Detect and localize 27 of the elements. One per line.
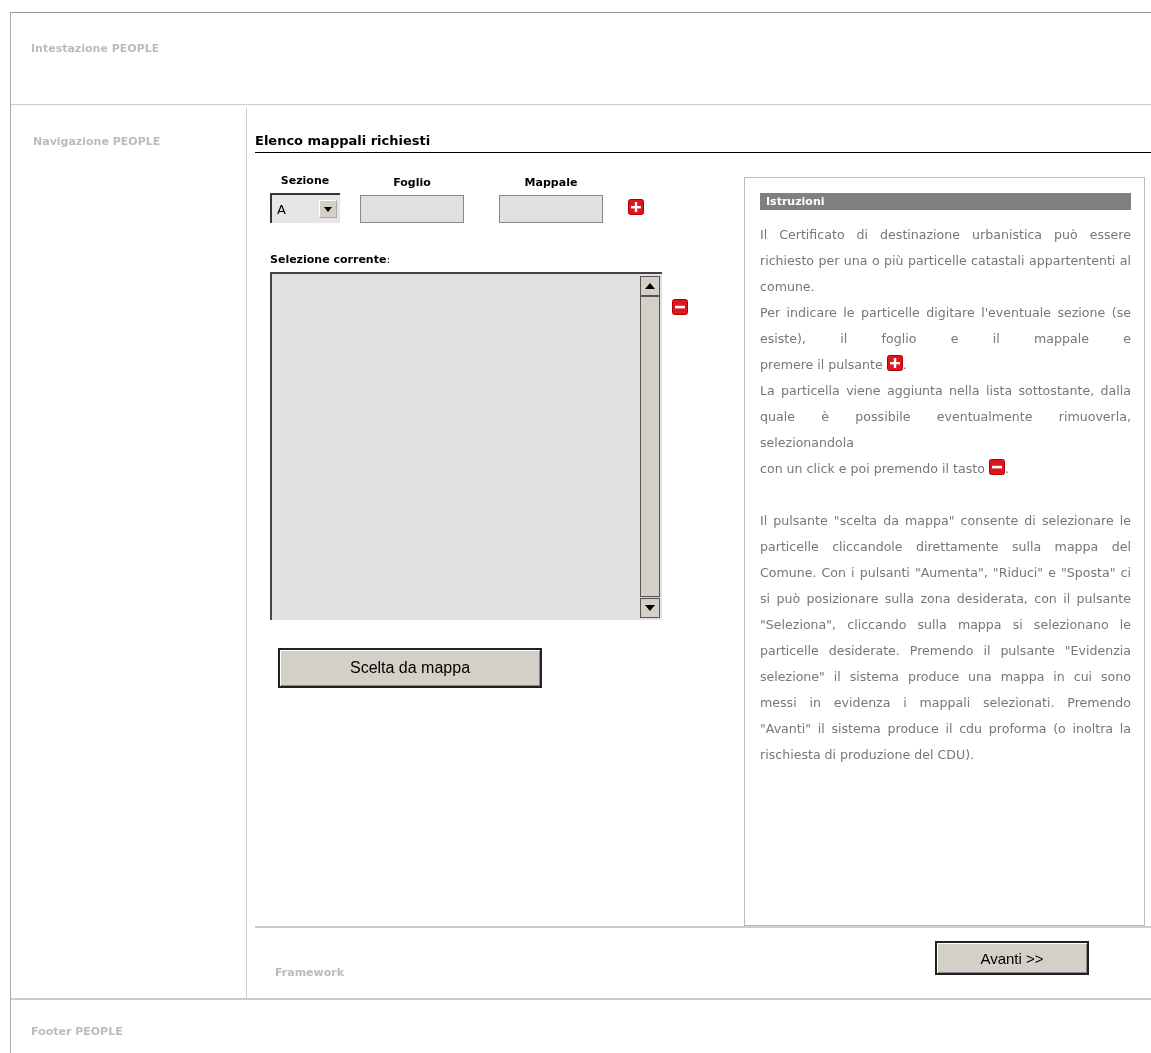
- field-label: Sezione: [280, 174, 330, 187]
- remove-icon[interactable]: [988, 459, 1005, 475]
- instruction-text: Il Certificato di destinazione urbanistica può essere richiesto per una o più particelle catastali appartententi al comune.: [760, 227, 1131, 294]
- instruction-text: con un click e poi premendo il tasto: [760, 461, 985, 476]
- add-icon[interactable]: [628, 199, 644, 215]
- instruction-text: Il pulsante "scelta da mappa" consente di selezionare le particelle cliccandole direttamente sulla mappa del Comune. Con i pulsanti "Aumenta", "Riduci" e "Sposta" ci si può posizionare sulla zona desiderata, con il pulsante "Seleziona", cliccando sulla mappa si selezionano le particelle desiderate. Premendo il pulsante "Evidenzia selezione" il sistema produce una mappa in cui sono messi in evidenza i mappali selezionati. Premendo "Avanti" il sistema produce il cdu proforma (o inoltra la rischiesta di produzione del CDU).: [760, 513, 1131, 762]
- selection-label: Selezione corrente:: [270, 253, 391, 266]
- map-button[interactable]: Scelta da mappa: [278, 648, 542, 688]
- next-button[interactable]: Avanti >>: [935, 941, 1089, 976]
- remove-icon[interactable]: [672, 299, 688, 315]
- field-label: Mappale: [524, 176, 578, 189]
- instruction-text: .: [1004, 461, 1009, 476]
- header-title: Intestazione PEOPLE: [31, 42, 160, 55]
- instructions-title: Istruzioni: [760, 193, 1131, 210]
- input-field[interactable]: [360, 195, 464, 223]
- instruction-text: .: [902, 357, 907, 372]
- framework-label: Framework: [275, 965, 345, 979]
- navigation-title: Navigazione PEOPLE: [33, 135, 161, 148]
- field-label: Foglio: [393, 176, 431, 189]
- input-field[interactable]: [499, 195, 603, 223]
- section-dropdown[interactable]: A: [270, 193, 340, 223]
- section-title: Elenco mappali richiesti: [255, 133, 1151, 153]
- scrollbar[interactable]: [640, 276, 660, 618]
- footer-title: Footer PEOPLE: [31, 1025, 123, 1038]
- caret-icon: [324, 206, 332, 212]
- add-icon[interactable]: [886, 355, 903, 371]
- instruction-text: premere il pulsante: [760, 357, 883, 372]
